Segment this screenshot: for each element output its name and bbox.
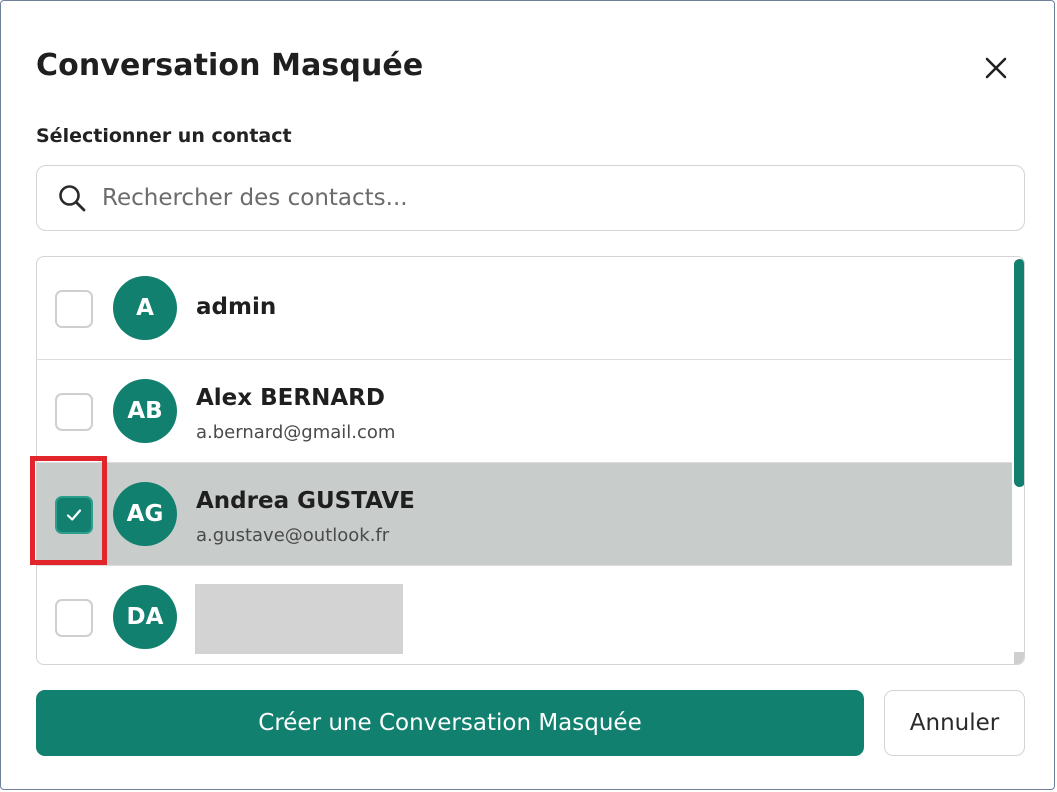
scrollbar-end xyxy=(1014,652,1024,664)
cancel-button[interactable]: Annuler xyxy=(884,690,1025,756)
scrollbar-thumb[interactable] xyxy=(1014,259,1024,487)
scrollbar-track[interactable] xyxy=(1012,257,1024,664)
contact-name: admin xyxy=(196,294,277,320)
search-input[interactable] xyxy=(100,184,984,212)
avatar: AG xyxy=(113,482,177,546)
dialog-title: Conversation Masquée xyxy=(36,48,424,83)
contact-row-da[interactable]: DA xyxy=(37,566,1012,664)
contact-row-admin[interactable]: A admin xyxy=(37,257,1012,360)
contact-row-andrea-gustave[interactable]: AG Andrea GUSTAVE a.gustave@outlook.fr xyxy=(37,463,1012,566)
contact-row-alex-bernard[interactable]: AB Alex BERNARD a.bernard@gmail.com xyxy=(37,360,1012,463)
check-icon xyxy=(66,509,82,521)
contact-name: Andrea GUSTAVE xyxy=(196,488,415,514)
contact-name: Alex BERNARD xyxy=(196,385,385,411)
avatar: AB xyxy=(113,379,177,443)
contact-list[interactable]: A admin AB Alex BERNARD a.bernard@gmail.… xyxy=(36,256,1025,665)
contact-checkbox[interactable] xyxy=(55,599,93,637)
avatar: DA xyxy=(113,585,177,649)
close-icon xyxy=(985,57,1007,79)
contact-email: a.gustave@outlook.fr xyxy=(196,525,390,546)
contact-checkbox-checked[interactable] xyxy=(55,496,93,534)
contact-checkbox[interactable] xyxy=(55,393,93,431)
create-hidden-conversation-button[interactable]: Créer une Conversation Masquée xyxy=(36,690,864,756)
select-contact-label: Sélectionner un contact xyxy=(36,125,292,147)
contact-checkbox[interactable] xyxy=(55,290,93,328)
redacted-contact-info xyxy=(195,584,403,654)
avatar: A xyxy=(113,276,177,340)
close-button[interactable] xyxy=(977,49,1015,87)
search-icon xyxy=(56,182,88,214)
search-box[interactable] xyxy=(36,165,1025,231)
contact-email: a.bernard@gmail.com xyxy=(196,422,396,443)
hidden-conversation-dialog: Conversation Masquée Sélectionner un con… xyxy=(0,0,1055,790)
